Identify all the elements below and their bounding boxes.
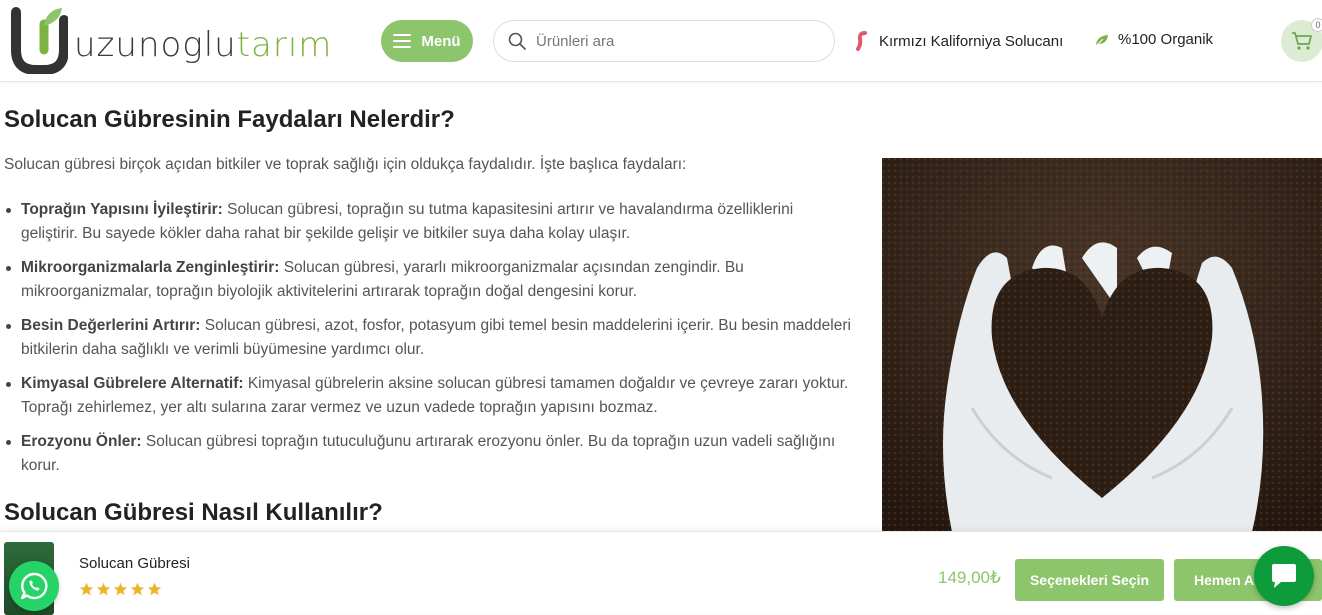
live-chat-button[interactable] [1254, 546, 1314, 606]
leaf-icon [1095, 34, 1108, 46]
list-item: Mikroorganizmalarla Zenginleştirir: Solu… [6, 256, 851, 304]
menu-label: Menü [421, 32, 461, 50]
whatsapp-button[interactable] [9, 561, 59, 611]
usage-heading: Solucan Gübresi Nasıl Kullanılır? [4, 499, 383, 526]
compost-hands-image [882, 158, 1322, 532]
benefit-text: Solucan gübresi toprağın tutuculuğunu ar… [21, 433, 836, 474]
site-logo[interactable]: uzunoglutarım [10, 6, 332, 74]
product-name: Solucan Gübresi [79, 555, 190, 572]
benefits-heading: Solucan Gübresinin Faydaları Nelerdir? [4, 106, 455, 133]
star-icon [96, 582, 111, 596]
search-input[interactable] [536, 32, 816, 50]
product-price: 149,00₺ [938, 568, 1001, 587]
benefit-title: Erozyonu Önler: [21, 433, 142, 450]
benefit-title: Toprağın Yapısını İyileştirir: [21, 201, 223, 218]
logo-text-suffix: tarım [236, 25, 333, 65]
select-options-button[interactable]: Seçenekleri Seçin [1015, 559, 1164, 601]
whatsapp-icon [20, 572, 48, 600]
logo-text-prefix: uzunoglu [74, 25, 237, 65]
benefit-title: Kimyasal Gübrelere Alternatif: [21, 375, 244, 392]
star-icon [130, 582, 145, 596]
menu-button[interactable]: Menü [381, 20, 473, 62]
benefits-list: Toprağın Yapısını İyileştirir: Solucan g… [6, 198, 851, 488]
benefits-intro: Solucan gübresi birçok açıdan bitkiler v… [4, 156, 687, 173]
list-item: Erozyonu Önler: Solucan gübresi toprağın… [6, 430, 851, 478]
list-item: Besin Değerlerini Artırır: Solucan gübre… [6, 314, 851, 362]
benefit-title: Besin Değerlerini Artırır: [21, 317, 201, 334]
worm-link-label: Kırmızı Kaliforniya Solucanı [879, 32, 1064, 50]
cart-icon [1292, 32, 1312, 50]
product-rating [79, 582, 162, 596]
worm-link[interactable]: Kırmızı Kaliforniya Solucanı [855, 31, 1063, 51]
star-icon [147, 582, 162, 596]
benefit-title: Mikroorganizmalarla Zenginleştirir: [21, 259, 280, 276]
sticky-add-to-cart-bar: Solucan Gübresi 149,00₺ Seçenekleri Seçi… [0, 531, 1322, 615]
search-box[interactable] [493, 20, 835, 62]
list-item: Kimyasal Gübrelere Alternatif: Kimyasal … [6, 372, 851, 420]
star-icon [79, 582, 94, 596]
worm-icon [856, 31, 867, 51]
star-icon [113, 582, 128, 596]
site-header: uzunoglutarım Menü Kırmızı Kaliforniya S… [0, 0, 1322, 82]
search-icon[interactable] [508, 32, 526, 50]
cart-count-badge: 0 [1311, 18, 1322, 32]
list-item: Toprağın Yapısını İyileştirir: Solucan g… [6, 198, 851, 246]
organic-label: %100 Organik [1118, 31, 1214, 48]
chat-icon [1272, 564, 1296, 588]
organic-badge: %100 Organik [1094, 31, 1213, 48]
logo-text: uzunoglutarım [74, 25, 332, 65]
article-content: Solucan Gübresinin Faydaları Nelerdir? S… [0, 82, 1322, 532]
hamburger-icon [393, 34, 412, 48]
logo-mark-icon [11, 7, 68, 74]
